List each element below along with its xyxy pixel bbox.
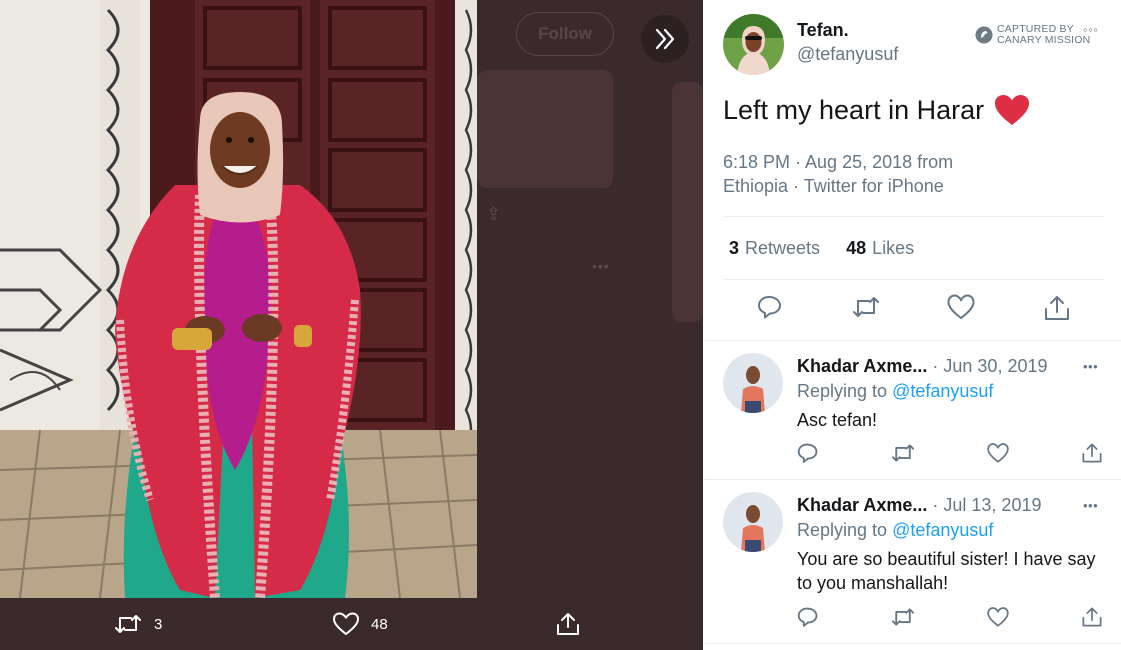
reply-mention-link[interactable]: @tefanyusuf [892, 381, 993, 401]
media-share-button[interactable] [555, 611, 581, 637]
background-share-icon: ⇪ [486, 204, 502, 224]
canary-logo-icon [975, 26, 993, 44]
tweet-text: Left my heart in Harar [723, 94, 1030, 126]
reply-tweet[interactable]: Khadar Axme... · Jun 30, 2019 ••• Replyi… [703, 341, 1121, 479]
media-retweet-button[interactable]: 3 [114, 612, 162, 636]
canary-line-2: CANARY MISSION [997, 34, 1091, 46]
divider [723, 216, 1103, 217]
reply-author-name[interactable]: Khadar Axme... [797, 495, 927, 515]
tweet-text-content: Left my heart in Harar [723, 94, 985, 125]
reply-icon [758, 296, 781, 319]
retweet-icon [853, 297, 879, 317]
likes-stat[interactable]: 48 Likes [846, 238, 914, 259]
share-icon [557, 613, 579, 635]
reply-text: You are so beautiful sister! I have say … [797, 549, 1096, 593]
reply-text: Asc tefan! [797, 410, 878, 430]
reply-avatar[interactable] [723, 492, 783, 552]
reply-tweet[interactable]: Khadar Axme... · Jul 13, 2019 ••• Replyi… [703, 480, 1121, 650]
media-like-count: 48 [371, 615, 388, 633]
tweet-photo[interactable] [0, 0, 477, 598]
media-action-bar: 3 48 [0, 598, 703, 650]
reply-header: Khadar Axme... · Jun 30, 2019 [797, 356, 1048, 377]
media-retweet-count: 3 [154, 615, 163, 633]
background-follow-button: Follow [516, 12, 614, 56]
background-card [477, 70, 613, 188]
author-avatar[interactable] [723, 14, 784, 75]
tweet-author[interactable]: Tefan. @tefanyusuf [723, 14, 898, 75]
tweet-meta-line-2[interactable]: Ethiopia · Twitter for iPhone [723, 174, 1013, 198]
reply-header: Khadar Axme... · Jul 13, 2019 [797, 495, 1041, 516]
expand-icon [655, 28, 675, 50]
author-name[interactable]: Tefan. [797, 20, 898, 41]
reply-mention-link[interactable]: @tefanyusuf [892, 520, 993, 540]
retweets-stat[interactable]: 3 Retweets [729, 238, 820, 259]
share-icon[interactable] [1081, 606, 1103, 628]
reply-author-name[interactable]: Khadar Axme... [797, 356, 927, 376]
reply-avatar[interactable] [723, 353, 783, 413]
author-handle[interactable]: @tefanyusuf [797, 44, 898, 65]
media-overlay[interactable]: Follow ⇪ ••• 3 48 [0, 0, 703, 650]
share-icon[interactable] [1081, 442, 1103, 464]
reply-date[interactable]: · Jun 30, 2019 [932, 356, 1047, 376]
photo-illustration [0, 0, 477, 598]
share-icon [1045, 296, 1069, 320]
reply-more-icon[interactable]: ••• [1083, 498, 1098, 513]
like-button[interactable] [947, 294, 975, 325]
canary-watermark: CAPTURED BY CANARY MISSION [975, 24, 1090, 46]
reply-replying-to: Replying to @tefanyusuf [797, 520, 994, 540]
retweet-button[interactable] [851, 294, 881, 325]
reply-date[interactable]: · Jul 13, 2019 [932, 495, 1041, 515]
reply-button[interactable] [757, 294, 783, 325]
retweet-icon [115, 615, 141, 633]
reply-icon[interactable] [797, 606, 819, 628]
tweet-stats: 3 Retweets 48 Likes [729, 238, 940, 259]
tweet-meta-line-1[interactable]: 6:18 PM · Aug 25, 2018 from [723, 150, 1013, 174]
expand-button[interactable] [641, 15, 689, 63]
heart-icon[interactable] [987, 606, 1009, 628]
tweet-more-icon[interactable]: ◦◦◦ [1083, 22, 1098, 37]
heart-icon [333, 612, 359, 636]
tweet-meta: 6:18 PM · Aug 25, 2018 from Ethiopia · T… [723, 150, 1013, 198]
background-card [672, 82, 703, 322]
divider [723, 279, 1103, 280]
tweet-panel: Tefan. @tefanyusuf CAPTURED BY CANARY MI… [703, 0, 1121, 650]
media-like-button[interactable]: 48 [333, 612, 388, 636]
retweet-icon[interactable] [890, 606, 916, 628]
red-heart-emoji-icon [995, 95, 1030, 125]
reply-more-icon[interactable]: ••• [1083, 359, 1098, 374]
tweet-actions [703, 294, 1121, 328]
heart-icon[interactable] [987, 442, 1009, 464]
heart-icon [947, 294, 975, 320]
reply-icon[interactable] [797, 442, 819, 464]
divider [703, 643, 1121, 644]
reply-actions [703, 606, 1121, 632]
share-button[interactable] [1043, 294, 1071, 327]
background-more-icon: ••• [592, 258, 610, 274]
reply-replying-to: Replying to @tefanyusuf [797, 381, 994, 401]
reply-actions [703, 442, 1121, 468]
retweet-icon[interactable] [890, 442, 916, 464]
